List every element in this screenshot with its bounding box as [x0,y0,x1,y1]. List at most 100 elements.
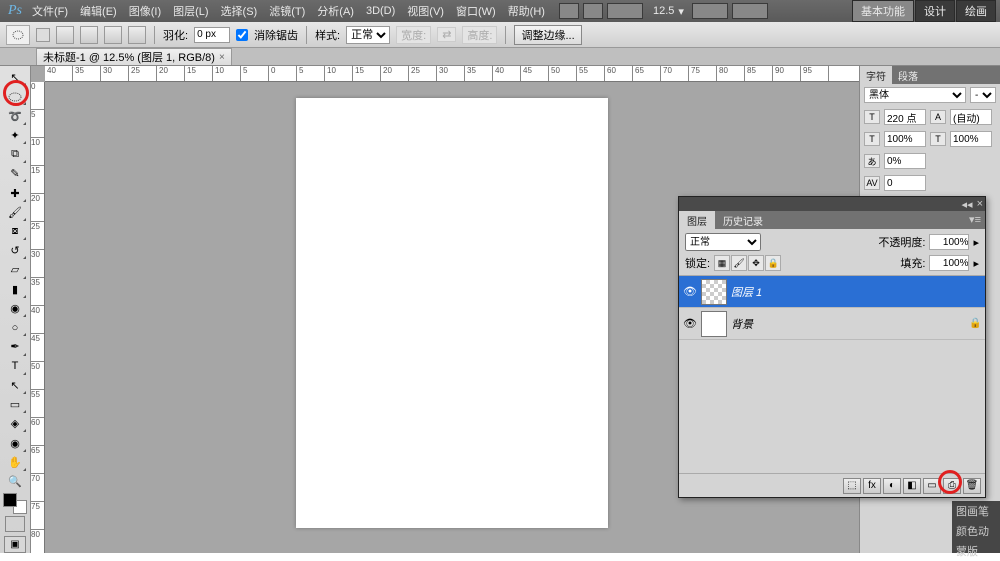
collapse-icon[interactable]: ◂◂ [962,198,973,211]
style-select[interactable]: 正常 [346,26,390,44]
layer-row[interactable]: 👁 背景 🔒 [679,308,985,340]
selection-subtract-icon[interactable] [104,26,122,44]
3d-camera-tool[interactable]: ◉ [3,433,27,452]
selection-intersect-icon[interactable] [128,26,146,44]
eyedropper-tool[interactable]: ✎ [3,164,27,183]
menu-select[interactable]: 选择(S) [215,3,264,19]
menu-edit[interactable]: 编辑(E) [74,3,123,19]
lasso-tool[interactable]: ➰ [3,106,27,125]
workspace-tab-painting[interactable]: 绘画 [956,0,996,22]
new-layer-icon[interactable]: ⎙ [943,478,961,494]
close-panel-icon[interactable]: × [977,198,983,210]
bridge-icon[interactable] [559,3,579,19]
3d-tool[interactable]: ◈ [3,414,27,433]
healing-tool[interactable]: ✚ [3,183,27,202]
visibility-icon[interactable]: 👁 [683,285,697,299]
zoom-level[interactable]: 12.5 [649,5,678,17]
layer-name[interactable]: 背景 [731,316,753,332]
crop-tool[interactable]: ⧉ [3,145,27,164]
type-tool[interactable]: T [3,357,27,376]
collapsed-panel-item[interactable]: 蒙版 [952,541,1000,561]
font-family-select[interactable]: 黑体 [864,87,966,103]
menu-layer[interactable]: 图层(L) [167,3,214,19]
leading-input[interactable] [950,109,992,125]
lock-position-icon[interactable]: ✥ [748,255,764,271]
layer-fx-icon[interactable]: fx [863,478,881,494]
workspace-tab-essentials[interactable]: 基本功能 [852,0,914,22]
layer-thumbnail[interactable] [701,311,727,337]
fill-input[interactable] [929,255,969,271]
stamp-tool[interactable]: ⧇ [3,222,27,241]
visibility-icon[interactable]: 👁 [683,317,697,331]
workspace-tab-design[interactable]: 设计 [915,0,955,22]
layer-mask-icon[interactable]: ◐ [883,478,901,494]
collapsed-panels[interactable]: 图画笔 颜色动 蒙版 [952,501,1000,553]
lock-all-icon[interactable]: 🔒 [765,255,781,271]
current-tool-icon[interactable] [6,25,30,45]
screen-mode-icon[interactable]: ▣ [4,536,26,553]
layer-thumbnail[interactable] [701,279,727,305]
menu-window[interactable]: 窗口(W) [450,3,502,19]
layer-row[interactable]: 👁 图层 1 [679,276,985,308]
eraser-tool[interactable]: ▱ [3,260,27,279]
collapsed-panel-item[interactable]: 图画笔 [952,501,1000,521]
menu-analyze[interactable]: 分析(A) [311,3,360,19]
tab-character[interactable]: 字符 [860,66,892,84]
font-style-select[interactable]: - [970,87,996,103]
menu-file[interactable]: 文件(F) [26,3,74,19]
tab-layers[interactable]: 图层 [679,211,715,229]
tool-preset-dropdown-icon[interactable] [36,28,50,42]
hscale-input[interactable] [950,131,992,147]
color-swatch[interactable] [3,493,27,514]
hand-tool[interactable]: ✋ [3,453,27,472]
document-tab[interactable]: 未标题-1 @ 12.5% (图层 1, RGB/8) × [36,48,232,65]
refine-edge-button[interactable]: 调整边缘... [514,25,581,45]
ruler-horizontal[interactable]: 4035302520151050510152025303540455055606… [45,66,859,82]
menu-3d[interactable]: 3D(D) [360,5,401,17]
extras-dropdown[interactable] [607,3,643,19]
lock-transparency-icon[interactable]: ▦ [714,255,730,271]
menu-help[interactable]: 帮助(H) [502,3,551,19]
opacity-input[interactable] [929,234,969,250]
zoom-tool[interactable]: 🔍 [3,472,27,491]
selection-new-icon[interactable] [56,26,74,44]
menu-view[interactable]: 视图(V) [401,3,450,19]
tracking-input[interactable] [884,153,926,169]
dodge-tool[interactable]: ○ [3,318,27,337]
arrange-dropdown[interactable] [692,3,728,19]
selection-add-icon[interactable] [80,26,98,44]
kerning-input[interactable] [884,175,926,191]
shape-tool[interactable]: ▭ [3,395,27,414]
pen-tool[interactable]: ✒ [3,337,27,356]
minibridge-icon[interactable] [583,3,603,19]
antialias-checkbox[interactable] [236,29,248,41]
adjustment-layer-icon[interactable]: ◧ [903,478,921,494]
feather-input[interactable] [194,27,230,43]
canvas[interactable] [296,98,608,528]
brush-tool[interactable]: 🖌 [3,203,27,222]
tab-history[interactable]: 历史记录 [715,211,771,229]
marquee-tool[interactable] [3,87,27,106]
menu-image[interactable]: 图像(I) [123,3,167,19]
ruler-vertical[interactable]: 05101520253035404550556065707580 [31,82,45,553]
quick-mask-toggle[interactable] [5,516,25,531]
move-tool[interactable]: ↖ [3,68,27,87]
history-brush-tool[interactable]: ↺ [3,241,27,260]
lock-image-icon[interactable]: 🖌 [731,255,747,271]
tab-paragraph[interactable]: 段落 [892,66,924,84]
gradient-tool[interactable]: ▮ [3,280,27,299]
quick-select-tool[interactable]: ✦ [3,126,27,145]
panel-titlebar[interactable]: ◂◂ × [679,197,985,211]
blend-mode-select[interactable]: 正常 [685,233,761,251]
layer-name[interactable]: 图层 1 [731,284,762,300]
font-size-input[interactable] [884,109,926,125]
path-select-tool[interactable]: ↖ [3,376,27,395]
close-tab-icon[interactable]: × [219,52,225,63]
link-layers-icon[interactable]: ⬚ [843,478,861,494]
collapsed-panel-item[interactable]: 颜色动 [952,521,1000,541]
layer-group-icon[interactable]: ▭ [923,478,941,494]
menu-filter[interactable]: 滤镜(T) [263,3,311,19]
blur-tool[interactable]: ◉ [3,299,27,318]
panel-menu-icon[interactable]: ▾≡ [965,211,985,229]
delete-layer-icon[interactable]: 🗑 [963,478,981,494]
